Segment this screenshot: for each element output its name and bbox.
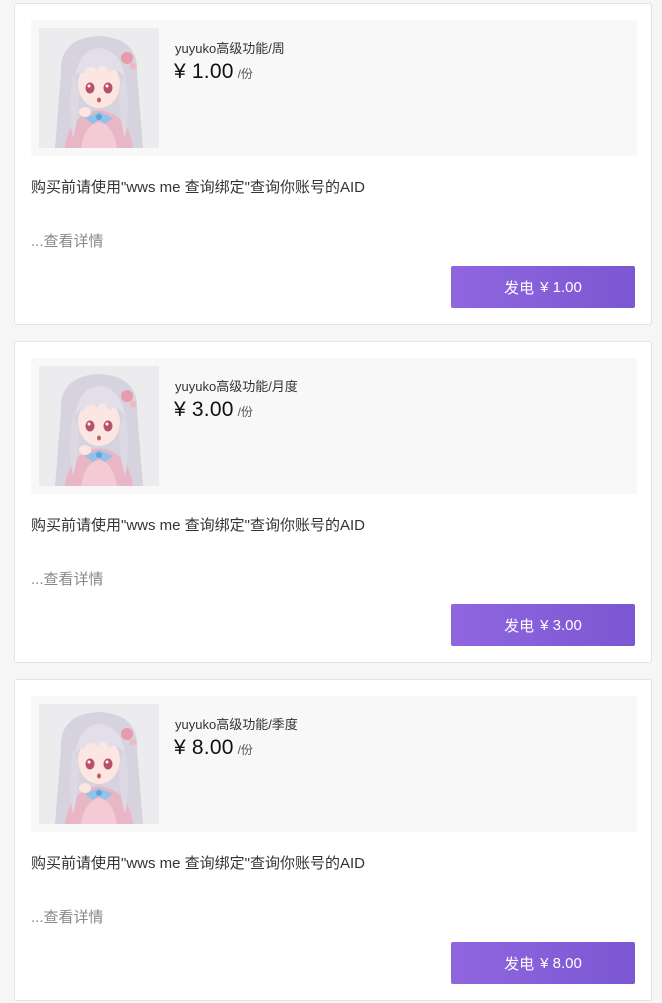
anime-girl-image [39, 28, 159, 148]
view-details-link[interactable]: ...查看详情 [31, 906, 104, 927]
product-description: 购买前请使用"wws me 查询绑定"查询你账号的AID [31, 517, 365, 534]
product-description: 购买前请使用"wws me 查询绑定"查询你账号的AID [31, 855, 365, 872]
price-unit: /份 [237, 743, 253, 757]
product-list: yuyuko高级功能/周 ¥ 1.00/份 购买前请使用"wws me 查询绑定… [0, 0, 662, 1003]
product-card: yuyuko高级功能/周 ¥ 1.00/份 购买前请使用"wws me 查询绑定… [14, 3, 652, 325]
product-price: ¥ 8.00 [174, 736, 234, 759]
product-description: 购买前请使用"wws me 查询绑定"查询你账号的AID [31, 179, 365, 196]
anime-girl-image [39, 366, 159, 486]
product-card: yuyuko高级功能/月度 ¥ 3.00/份 购买前请使用"wws me 查询绑… [14, 341, 652, 663]
product-thumbnail[interactable] [39, 366, 159, 486]
product-name: yuyuko高级功能/周 [175, 41, 285, 56]
view-details-link[interactable]: ...查看详情 [31, 230, 104, 251]
product-card: yuyuko高级功能/季度 ¥ 8.00/份 购买前请使用"wws me 查询绑… [14, 679, 652, 1001]
price-line: ¥ 1.00/份 [174, 60, 253, 84]
donate-button-label: 发电 [504, 279, 535, 297]
donate-button[interactable]: 发电 ¥ 1.00 [451, 266, 635, 308]
product-summary[interactable]: yuyuko高级功能/周 ¥ 1.00/份 [31, 20, 637, 156]
donate-button-label: 发电 [504, 617, 535, 635]
donate-button[interactable]: 发电 ¥ 3.00 [451, 604, 635, 646]
view-details-link[interactable]: ...查看详情 [31, 568, 104, 589]
donate-button-price: ¥ 8.00 [540, 954, 582, 972]
product-name: yuyuko高级功能/月度 [175, 379, 298, 394]
product-price: ¥ 1.00 [174, 60, 234, 83]
product-name: yuyuko高级功能/季度 [175, 717, 298, 732]
price-unit: /份 [237, 67, 253, 81]
product-thumbnail[interactable] [39, 28, 159, 148]
price-line: ¥ 8.00/份 [174, 736, 253, 760]
donate-button-label: 发电 [504, 955, 535, 973]
product-thumbnail[interactable] [39, 704, 159, 824]
anime-girl-image [39, 704, 159, 824]
donate-button[interactable]: 发电 ¥ 8.00 [451, 942, 635, 984]
product-price: ¥ 3.00 [174, 398, 234, 421]
price-line: ¥ 3.00/份 [174, 398, 253, 422]
product-summary[interactable]: yuyuko高级功能/季度 ¥ 8.00/份 [31, 696, 637, 832]
donate-button-price: ¥ 1.00 [540, 278, 582, 296]
donate-button-price: ¥ 3.00 [540, 616, 582, 634]
price-unit: /份 [237, 405, 253, 419]
product-summary[interactable]: yuyuko高级功能/月度 ¥ 3.00/份 [31, 358, 637, 494]
